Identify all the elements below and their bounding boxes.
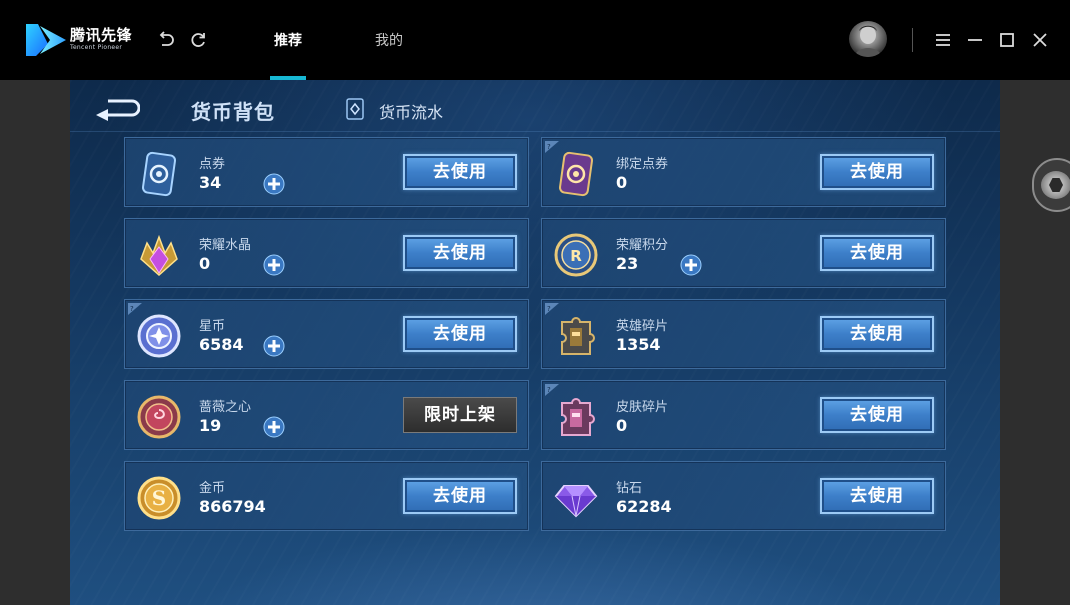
- tencent-pioneer-logo-icon: [26, 24, 66, 56]
- add-plus-icon[interactable]: [263, 335, 285, 357]
- use-button[interactable]: 去使用: [820, 316, 934, 352]
- svg-text:?: ?: [547, 305, 551, 313]
- brand-en: Tencent Pioneer: [70, 44, 123, 51]
- currency-name: 星币: [199, 319, 226, 334]
- skin-shard-icon: [561, 398, 595, 436]
- currency-amount: 62284: [616, 497, 672, 516]
- maximize-icon[interactable]: [997, 30, 1017, 50]
- use-button[interactable]: 去使用: [820, 154, 934, 190]
- page-title: 货币背包: [191, 100, 275, 124]
- currency-card-rose-heart: 蔷薇之心 19 限时上架: [124, 380, 529, 450]
- limited-time-button[interactable]: 限时上架: [403, 397, 517, 433]
- honor-points-icon: R: [554, 233, 598, 277]
- use-button[interactable]: 去使用: [820, 397, 934, 433]
- currency-name: 蔷薇之心: [199, 400, 252, 415]
- tab-mine[interactable]: 我的: [375, 30, 403, 50]
- minimize-icon[interactable]: [965, 30, 985, 50]
- avatar-image: [854, 25, 882, 57]
- use-button[interactable]: 去使用: [820, 478, 934, 514]
- currency-card-diamond: 钻石 62284 去使用: [541, 461, 946, 531]
- avatar[interactable]: [849, 21, 887, 57]
- use-button[interactable]: 去使用: [403, 316, 517, 352]
- close-icon[interactable]: [1030, 30, 1050, 50]
- add-plus-icon[interactable]: [263, 254, 285, 276]
- back-arrow-icon[interactable]: [94, 97, 140, 121]
- brand-cn: 腾讯先锋: [70, 26, 133, 44]
- currency-amount: 0: [616, 416, 628, 435]
- currency-amount: 23: [616, 254, 639, 273]
- game-viewport: 货币背包 货币流水 点券 34 去使用 ? 绑定点券 0 去使用 荣耀水晶 0 …: [70, 80, 1000, 605]
- diamond-icon: [554, 485, 598, 518]
- add-plus-icon[interactable]: [263, 416, 285, 438]
- currency-name: 金币: [199, 481, 226, 496]
- currency-name: 荣耀积分: [616, 238, 669, 253]
- currency-name: 钻石: [616, 481, 643, 496]
- currency-amount: 0: [616, 173, 628, 192]
- add-plus-icon[interactable]: [263, 173, 285, 195]
- currency-card-hero-shard: ? 英雄碎片 1354 去使用: [541, 299, 946, 369]
- refresh-icon[interactable]: [188, 30, 208, 50]
- brand-name: 腾讯先锋 Tencent Pioneer: [70, 28, 132, 51]
- star-coin-icon: [137, 314, 181, 358]
- coupon-icon: [141, 151, 177, 197]
- crystal-icon: [140, 234, 178, 277]
- bound-coupon-icon: [558, 151, 594, 197]
- currency-name: 荣耀水晶: [199, 238, 252, 253]
- titlebar-separator: [912, 28, 913, 52]
- currency-name: 英雄碎片: [616, 319, 669, 334]
- currency-card-star-coin: ? 星币 6584 去使用: [124, 299, 529, 369]
- currency-card-bound-coupon: ? 绑定点券 0 去使用: [541, 137, 946, 207]
- use-button[interactable]: 去使用: [403, 235, 517, 271]
- tab-recommend[interactable]: 推荐: [274, 30, 302, 50]
- use-button[interactable]: 去使用: [403, 478, 517, 514]
- svg-text:R: R: [570, 247, 582, 265]
- currency-amount: 19: [199, 416, 222, 435]
- currency-amount: 6584: [199, 335, 244, 354]
- currency-card-skin-shard: ? 皮肤碎片 0 去使用: [541, 380, 946, 450]
- rose-heart-icon: [137, 395, 181, 439]
- hero-shard-icon: [561, 317, 595, 355]
- undo-icon[interactable]: [156, 30, 176, 50]
- use-button[interactable]: 去使用: [820, 235, 934, 271]
- currency-card-coupon: 点券 34 去使用: [124, 137, 529, 207]
- currency-card-crystal: 荣耀水晶 0 去使用: [124, 218, 529, 288]
- currency-amount: 0: [199, 254, 211, 273]
- currency-card-honor-points: R 荣耀积分 23 去使用: [541, 218, 946, 288]
- add-plus-icon[interactable]: [680, 254, 702, 276]
- floating-assist-button[interactable]: [1032, 158, 1070, 212]
- currency-name: 皮肤碎片: [616, 400, 669, 415]
- left-side-panel: [0, 80, 70, 605]
- svg-text:?: ?: [547, 386, 551, 394]
- currency-flow-label: 货币流水: [379, 103, 444, 122]
- currency-amount: 34: [199, 173, 222, 192]
- flow-record-icon: [346, 98, 364, 120]
- svg-text:S: S: [152, 486, 166, 510]
- currency-amount: 1354: [616, 335, 661, 354]
- gold-coin-icon: S: [137, 476, 181, 520]
- svg-text:?: ?: [547, 143, 551, 151]
- menu-icon[interactable]: [933, 30, 953, 50]
- currency-card-gold-coin: S 金币 866794 去使用: [124, 461, 529, 531]
- currency-name: 点券: [199, 157, 226, 172]
- svg-text:?: ?: [130, 305, 134, 313]
- use-button[interactable]: 去使用: [403, 154, 517, 190]
- currency-name: 绑定点券: [616, 157, 669, 172]
- currency-amount: 866794: [199, 497, 266, 516]
- title-bar: 腾讯先锋 Tencent Pioneer 推荐 我的: [0, 0, 1070, 80]
